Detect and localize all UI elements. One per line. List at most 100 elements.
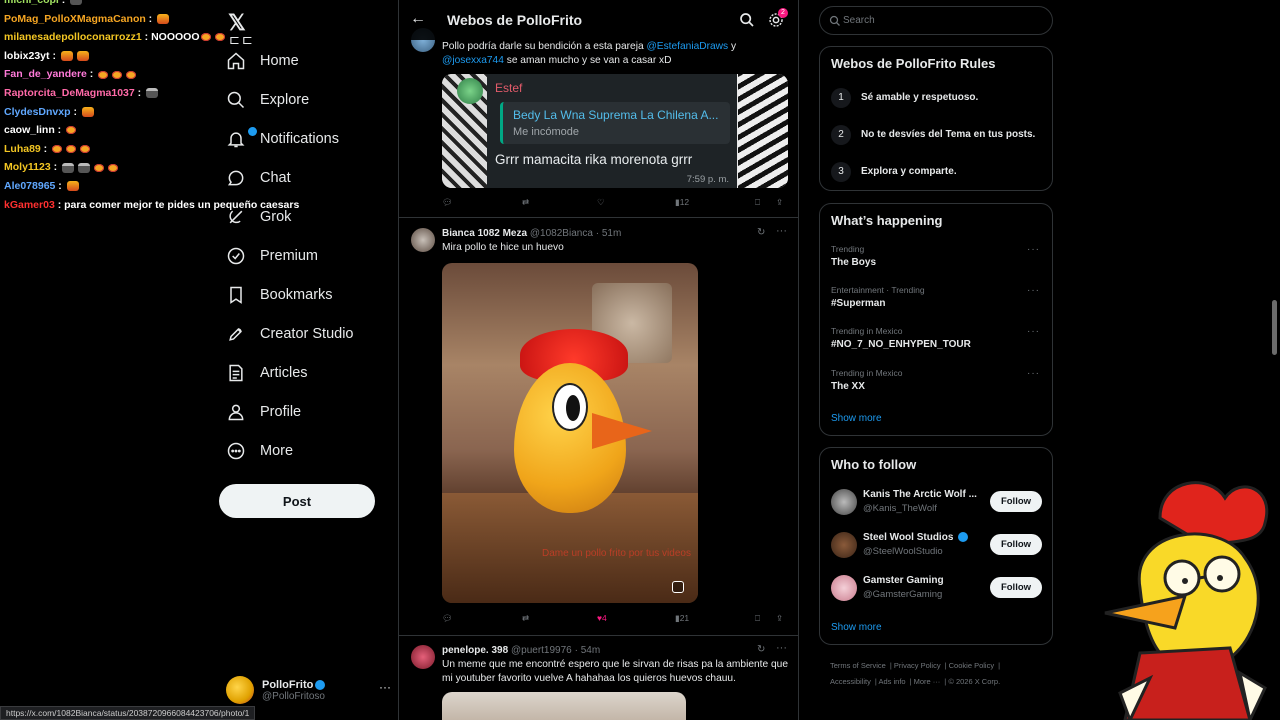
panel-title: Webos de PolloFrito Rules — [831, 56, 996, 71]
author-handle[interactable]: @1082Bianca — [530, 228, 593, 239]
bookmark-icon[interactable]: ⎕ — [755, 613, 760, 624]
nav-bookmarks[interactable]: Bookmarks — [226, 280, 333, 310]
nav-more[interactable]: More — [226, 436, 293, 466]
rule-number: 3 — [831, 162, 851, 182]
grok-icon[interactable]: ↻ — [757, 644, 765, 655]
footer-link[interactable]: Cookie Policy — [949, 661, 994, 670]
divider — [399, 217, 798, 218]
nav-articles-label: Articles — [260, 365, 308, 381]
trend-name[interactable]: The XX — [831, 381, 865, 392]
mention-link[interactable]: @josexxa744 — [442, 55, 504, 66]
chicken-eye — [552, 383, 588, 431]
avatar[interactable] — [831, 532, 857, 558]
tweet-image[interactable]: Dame un pollo frito por tus videos — [442, 263, 698, 603]
chat-username: PoMag_PolloXMagmaCanon — [4, 12, 146, 25]
trend-name[interactable]: #Superman — [831, 298, 885, 309]
tweet-time[interactable]: · 51m — [596, 228, 622, 239]
back-arrow-icon[interactable]: ← — [410, 10, 426, 28]
nav-profile-label: Profile — [260, 404, 302, 420]
trend-name[interactable]: #NO_7_NO_ENHYPEN_TOUR — [831, 339, 971, 350]
nav-articles[interactable]: Articles — [226, 358, 308, 388]
emote-icon — [70, 0, 83, 6]
reply-icon[interactable]: 💬︎ — [442, 613, 453, 624]
tweet-text: Pollo podría darle su bendición a esta p… — [442, 41, 737, 66]
rule-text: Sé amable y respetuoso. — [861, 92, 979, 103]
more-dots-icon[interactable]: ··· — [1027, 368, 1040, 379]
more-dots-icon[interactable]: ··· — [776, 225, 787, 237]
follow-button[interactable]: Follow — [990, 534, 1042, 555]
avatar[interactable] — [831, 575, 857, 601]
mascot-glasses — [1163, 559, 1201, 597]
account-name: PolloFrito — [262, 678, 314, 691]
account-switcher[interactable]: PolloFrito @PolloFritoso ··· — [226, 672, 391, 708]
dm-message: Grrr mamacita rika morenota grrr — [495, 152, 693, 167]
search-input[interactable]: Search — [819, 6, 1053, 35]
copyright: © 2026 X Corp. — [948, 677, 1001, 686]
chat-username: kGamer03 — [4, 198, 55, 211]
footer-link[interactable]: Privacy Policy — [894, 661, 941, 670]
like-icon[interactable]: ♡ — [597, 197, 605, 208]
follow-button[interactable]: Follow — [990, 491, 1042, 512]
tweet-time[interactable]: · 54m — [575, 645, 601, 656]
footer-link[interactable]: More ··· — [914, 677, 941, 686]
nav-explore[interactable]: Explore — [226, 85, 309, 115]
avatar — [457, 78, 483, 104]
show-more-link[interactable]: Show more — [831, 622, 882, 633]
follow-suggestion-name[interactable]: Kanis The Arctic Wolf ... — [863, 489, 977, 500]
more-dots-icon[interactable]: ··· — [776, 642, 787, 654]
nav-chat[interactable]: Chat — [226, 163, 291, 193]
nav-grok[interactable]: Grok — [226, 202, 291, 232]
image-info-icon[interactable] — [672, 581, 684, 593]
author-name[interactable]: penelope. 398 — [442, 645, 508, 656]
reply-icon[interactable]: 💬︎ — [442, 197, 453, 208]
tweet-image[interactable]: Estef Bedy La Wna Suprema La Chilena A..… — [442, 74, 788, 188]
post-button[interactable]: Post — [219, 484, 375, 518]
footer-link[interactable]: Terms of Service — [830, 661, 886, 670]
avatar[interactable] — [411, 228, 435, 252]
more-circle-icon — [227, 442, 245, 460]
grok-icon[interactable]: ↻ — [757, 227, 765, 238]
retweet-icon[interactable]: ⇄ — [522, 613, 529, 624]
more-dots-icon[interactable]: ··· — [1027, 326, 1040, 337]
nav-profile[interactable]: Profile — [226, 397, 301, 427]
nav-premium[interactable]: Premium — [226, 241, 318, 271]
views-count[interactable]: ▮ 21 — [675, 613, 689, 624]
search-icon[interactable] — [739, 12, 755, 28]
chat-username: lobix23yt — [4, 49, 50, 62]
footer-link[interactable]: Accessibility — [830, 677, 871, 686]
more-dots-icon[interactable]: ··· — [1027, 285, 1040, 296]
emote-icon — [81, 106, 94, 117]
follow-suggestion-name[interactable]: Gamster Gaming — [863, 575, 944, 586]
views-count[interactable]: ▮ 12 — [675, 197, 689, 208]
chat-username: Raptorcita_DeMagma1037 — [4, 87, 135, 99]
more-dots-icon[interactable]: ··· — [1027, 244, 1040, 255]
avatar[interactable] — [831, 489, 857, 515]
trend-name[interactable]: The Boys — [831, 257, 876, 268]
mention-link[interactable]: @EstefaniaDraws — [646, 41, 728, 52]
more-dots-icon[interactable]: ··· — [379, 680, 391, 694]
nav-notifications[interactable]: Notifications — [226, 124, 339, 154]
avatar — [226, 676, 254, 704]
grok-icon — [229, 210, 243, 224]
author-handle[interactable]: @puert19976 — [511, 645, 572, 656]
chat-message: lobix23yt : — [4, 50, 91, 63]
follow-suggestion-name[interactable]: Steel Wool Studios — [863, 532, 969, 543]
follow-button[interactable]: Follow — [990, 577, 1042, 598]
nav-home[interactable]: Home — [226, 46, 299, 76]
show-more-link[interactable]: Show more — [831, 413, 882, 424]
tweet-image[interactable] — [442, 692, 686, 720]
dm-reply-quote: Bedy La Wna Suprema La Chilena A... Me i… — [500, 102, 730, 144]
rule-number: 1 — [831, 88, 851, 108]
page-scrollbar[interactable] — [1272, 300, 1277, 355]
footer-link[interactable]: Ads info — [878, 677, 905, 686]
share-icon[interactable]: ⇪ — [776, 197, 783, 208]
avatar[interactable] — [411, 645, 435, 669]
like-button[interactable]: ♥ 4 — [597, 613, 607, 623]
premium-icon — [227, 247, 245, 265]
nav-creator-studio[interactable]: Creator Studio — [226, 319, 354, 349]
author-name[interactable]: Bianca 1082 Meza — [442, 228, 527, 239]
chat-username: Ale078965 — [4, 180, 56, 192]
share-icon[interactable]: ⇪ — [776, 613, 783, 624]
retweet-icon[interactable]: ⇄ — [522, 197, 529, 208]
bookmark-icon[interactable]: ⎕ — [755, 197, 760, 208]
